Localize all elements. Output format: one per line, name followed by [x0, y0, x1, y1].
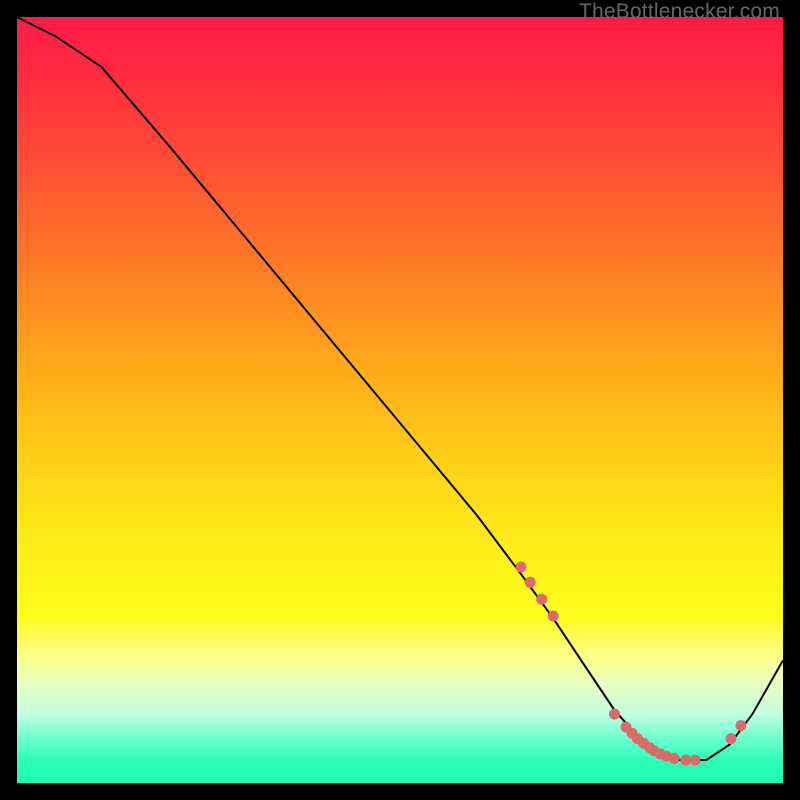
- highlight-dot: [536, 594, 547, 605]
- highlight-dot: [689, 755, 700, 766]
- highlight-dot: [609, 709, 620, 720]
- highlight-dot: [669, 753, 680, 764]
- highlight-dot: [725, 733, 736, 744]
- chart-plot-area: [17, 17, 783, 783]
- chart-svg: [17, 17, 783, 783]
- highlight-dot: [525, 577, 536, 588]
- highlight-dots: [516, 562, 747, 766]
- highlight-dot: [735, 720, 746, 731]
- bottleneck-curve: [17, 17, 783, 760]
- highlight-dot: [516, 562, 527, 573]
- highlight-dot: [548, 611, 559, 622]
- watermark-text: TheBottlenecker.com: [579, 0, 780, 24]
